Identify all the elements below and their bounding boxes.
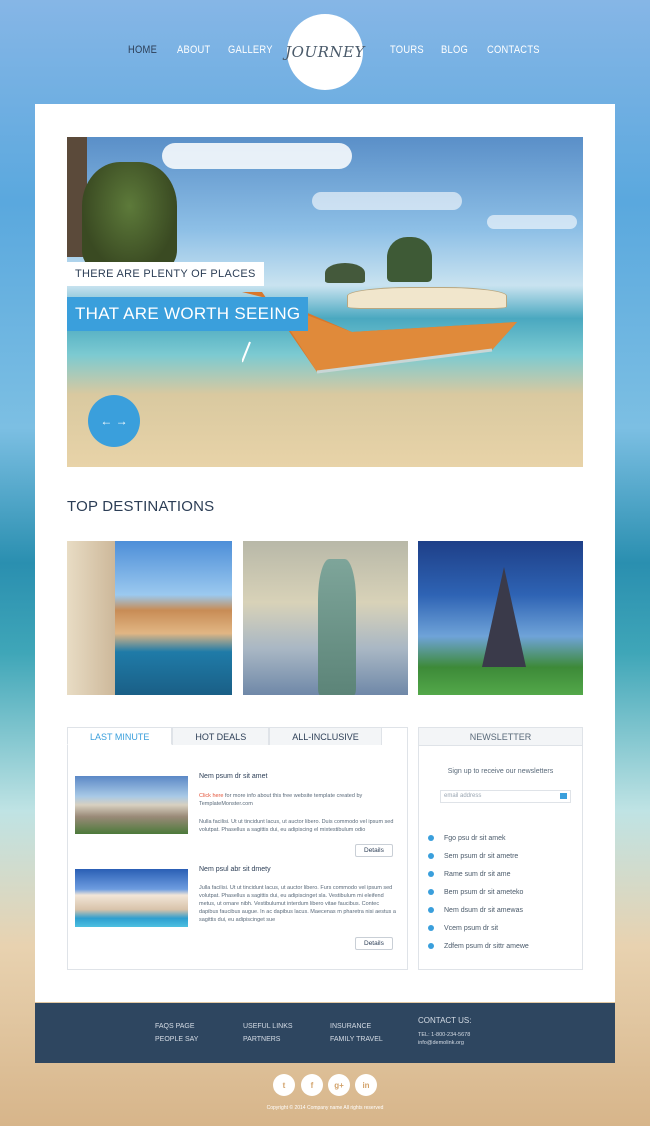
boat-roof	[347, 287, 507, 309]
logo-text: JOURNEY	[285, 43, 365, 61]
list-item[interactable]: Vcem psum dr sit	[428, 919, 529, 937]
destination-new-york[interactable]	[243, 541, 408, 695]
top-destinations-heading: TOP DESTINATIONS	[67, 498, 215, 515]
deal-thumbnail-castle[interactable]	[75, 776, 188, 834]
tab-all-inclusive[interactable]: ALL-INCLUSIVE	[269, 727, 382, 745]
deal-item: Nem psum dr sit amet Click here for more…	[75, 773, 400, 868]
bullet-icon	[428, 925, 434, 931]
twitter-icon[interactable]: t	[273, 1074, 295, 1096]
contact-heading: CONTACT US:	[418, 1016, 472, 1025]
list-item-label: Sem psum dr sit ametre	[444, 852, 519, 860]
footer-link-partners[interactable]: PARTNERS	[243, 1033, 293, 1046]
contact-tel: TEL: 1-800-234-5678	[418, 1032, 471, 1038]
list-item-label: Fgo psu dr sit amek	[444, 834, 506, 842]
logo[interactable]: JOURNEY	[285, 14, 365, 90]
contact-email[interactable]: info@demolink.org	[418, 1040, 464, 1046]
deal-intro-text: for more info about this free website te…	[223, 793, 363, 799]
newsletter-text: Sign up to receive our newsletters	[447, 768, 554, 775]
list-item[interactable]: Rame sum dr sit ame	[428, 865, 529, 883]
list-item[interactable]: Fgo psu dr sit amek	[428, 829, 529, 847]
bullet-icon	[428, 853, 434, 859]
nav-about[interactable]: ABOUT	[177, 44, 210, 56]
footer-link-faqs[interactable]: FAQS PAGE	[155, 1020, 198, 1033]
nav-tours[interactable]: TOURS	[390, 44, 424, 56]
deal-intro: Click here for more info about this free…	[199, 792, 397, 800]
google-plus-icon[interactable]: g+	[328, 1074, 350, 1096]
newsletter-panel: NEWSLETTER Sign up to receive our newsle…	[418, 727, 583, 970]
bullet-icon	[428, 835, 434, 841]
slider-arrows-button[interactable]: ← →	[88, 395, 140, 447]
newsletter-title: NEWSLETTER	[419, 728, 582, 746]
footer-link-people-say[interactable]: PEOPLE SAY	[155, 1033, 198, 1046]
hero-rock	[325, 263, 365, 283]
bullet-icon	[428, 889, 434, 895]
mail-icon[interactable]	[560, 793, 567, 799]
click-here-link[interactable]: Click here	[199, 793, 223, 799]
list-item-label: Rame sum dr sit ame	[444, 870, 511, 878]
tabs-bar: LAST MINUTE HOT DEALS ALL-INCLUSIVE	[67, 727, 382, 745]
footer-column: USEFUL LINKS PARTNERS	[243, 1020, 293, 1046]
footer-link-insurance[interactable]: INSURANCE	[330, 1020, 383, 1033]
deal-description: Julla facilisi. Ut ut tincidunt lacus, u…	[199, 885, 396, 923]
cloud	[487, 215, 577, 229]
eiffel-tower	[482, 567, 526, 667]
main-nav: HOME ABOUT GALLERY JOURNEY TOURS BLOG CO…	[0, 0, 650, 104]
facebook-icon[interactable]: f	[301, 1074, 323, 1096]
copyright: Copyright © 2014 Company name All rights…	[266, 1105, 384, 1111]
hero-caption-main: THAT ARE WORTH SEEING	[67, 297, 309, 331]
hero-rock	[82, 162, 177, 272]
bullet-icon	[428, 871, 434, 877]
list-item-label: Nem dsum dr sit amewas	[444, 906, 523, 914]
deal-title[interactable]: Nem psum dr sit amet	[199, 773, 267, 780]
bullet-icon	[428, 943, 434, 949]
cloud	[162, 143, 352, 169]
details-button[interactable]: Details	[355, 844, 393, 857]
list-item[interactable]: Nem dsum dr sit amewas	[428, 901, 529, 919]
cloud	[312, 192, 462, 210]
email-input[interactable]: email address	[440, 790, 571, 803]
nav-contacts[interactable]: CONTACTS	[487, 44, 540, 56]
tab-last-minute[interactable]: LAST MINUTE	[67, 727, 173, 745]
details-button[interactable]: Details	[355, 937, 393, 950]
newsletter-list: Fgo psu dr sit amek Sem psum dr sit amet…	[428, 829, 529, 955]
footer-link-useful-links[interactable]: USEFUL LINKS	[243, 1020, 293, 1033]
email-placeholder: email address	[444, 793, 482, 799]
nav-gallery[interactable]: GALLERY	[228, 44, 273, 56]
deal-template-link[interactable]: TemplateMonster.com	[199, 800, 397, 808]
hero-caption-top: THERE ARE PLENTY OF PLACES	[67, 262, 264, 286]
deal-item: Nem psul abr sit dmety Julla facilisi. U…	[75, 866, 400, 961]
list-item[interactable]: Zdfem psum dr sittr amewe	[428, 937, 529, 955]
list-item[interactable]: Sem psum dr sit ametre	[428, 847, 529, 865]
list-item-label: Bem psum dr sit ameteko	[444, 888, 524, 896]
linkedin-icon[interactable]: in	[355, 1074, 377, 1096]
tab-hot-deals[interactable]: HOT DEALS	[172, 727, 270, 745]
hero-slider: THERE ARE PLENTY OF PLACES THAT ARE WORT…	[67, 137, 583, 467]
destination-paris[interactable]	[418, 541, 583, 695]
footer-link-family-travel[interactable]: FAMILY TRAVEL	[330, 1033, 383, 1046]
deals-tabs-panel: LAST MINUTE HOT DEALS ALL-INCLUSIVE Nem …	[67, 727, 408, 970]
statue-of-liberty	[318, 559, 356, 695]
footer-column: INSURANCE FAMILY TRAVEL	[330, 1020, 383, 1046]
venice-buildings	[67, 541, 115, 695]
nav-home[interactable]: HOME	[128, 44, 157, 56]
destination-venice[interactable]	[67, 541, 232, 695]
list-item-label: Vcem psum dr sit	[444, 924, 499, 932]
hero-rock	[387, 237, 432, 282]
bullet-icon	[428, 907, 434, 913]
deal-title[interactable]: Nem psul abr sit dmety	[199, 866, 271, 873]
footer: FAQS PAGE PEOPLE SAY USEFUL LINKS PARTNE…	[35, 1003, 615, 1063]
nav-blog[interactable]: BLOG	[441, 44, 468, 56]
list-item-label: Zdfem psum dr sittr amewe	[444, 942, 529, 950]
footer-column: FAQS PAGE PEOPLE SAY	[155, 1020, 198, 1046]
deal-thumbnail-villa[interactable]	[75, 869, 188, 927]
content-card: THERE ARE PLENTY OF PLACES THAT ARE WORT…	[35, 104, 615, 1002]
deal-description: Nulla facilisi. Ut ut tincidunt lacus, u…	[199, 819, 394, 833]
list-item[interactable]: Bem psum dr sit ameteko	[428, 883, 529, 901]
